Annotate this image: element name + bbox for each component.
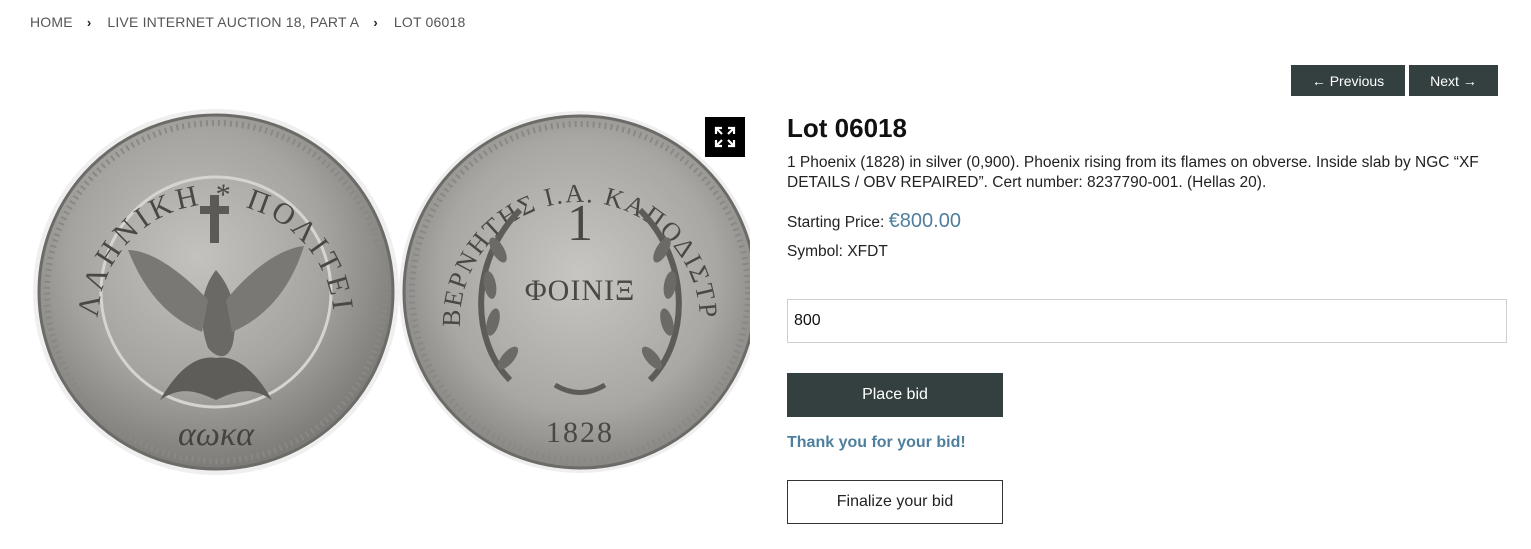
starting-price-label: Starting Price: bbox=[787, 214, 885, 231]
next-button[interactable]: Next → bbox=[1409, 65, 1498, 96]
breadcrumb-home[interactable]: HOME bbox=[30, 14, 73, 30]
starting-price: Starting Price: €800.00 bbox=[787, 210, 961, 233]
coin-obverse: ΕΛΛΗΝΙΚΗ * ΠΟΛΙΤΕΙΑ αωκα bbox=[7, 74, 399, 475]
svg-text:αωκα: αωκα bbox=[178, 416, 255, 453]
svg-text:ΦΟΙΝΙΞ: ΦΟΙΝΙΞ bbox=[525, 274, 636, 307]
starting-price-value: €800.00 bbox=[888, 210, 961, 232]
symbol-label: Symbol: bbox=[787, 243, 843, 260]
expand-button[interactable] bbox=[705, 117, 745, 157]
coin-image[interactable]: ΕΛΛΗΝΙΚΗ * ΠΟΛΙΤΕΙΑ αωκα ΚΥΒΕΡΝΗΤΗΣ Ι.Α.… bbox=[7, 74, 761, 500]
finalize-bid-button[interactable]: Finalize your bid bbox=[787, 480, 1003, 524]
bid-confirmation-message: Thank you for your bid! bbox=[787, 434, 966, 451]
lot-navigation: ← Previous Next → bbox=[1291, 65, 1498, 96]
lot-title: Lot 06018 bbox=[787, 113, 907, 143]
svg-text:1828: 1828 bbox=[546, 416, 614, 449]
chevron-right-icon: › bbox=[373, 14, 378, 30]
previous-button[interactable]: ← Previous bbox=[1291, 65, 1405, 96]
breadcrumb-auction[interactable]: LIVE INTERNET AUCTION 18, PART A bbox=[107, 14, 359, 30]
bid-amount-input[interactable] bbox=[787, 299, 1507, 343]
symbol-value: XFDT bbox=[847, 243, 888, 260]
breadcrumb-current: LOT 06018 bbox=[393, 14, 466, 30]
place-bid-button[interactable]: Place bid bbox=[787, 373, 1003, 417]
lot-description: 1 Phoenix (1828) in silver (0,900). Phoe… bbox=[787, 154, 1479, 191]
breadcrumb: HOME › LIVE INTERNET AUCTION 18, PART A … bbox=[30, 14, 465, 30]
chevron-right-icon: › bbox=[86, 14, 92, 30]
symbol: Symbol: XFDT bbox=[787, 243, 888, 261]
svg-text:1: 1 bbox=[567, 195, 593, 252]
expand-icon bbox=[714, 126, 736, 148]
